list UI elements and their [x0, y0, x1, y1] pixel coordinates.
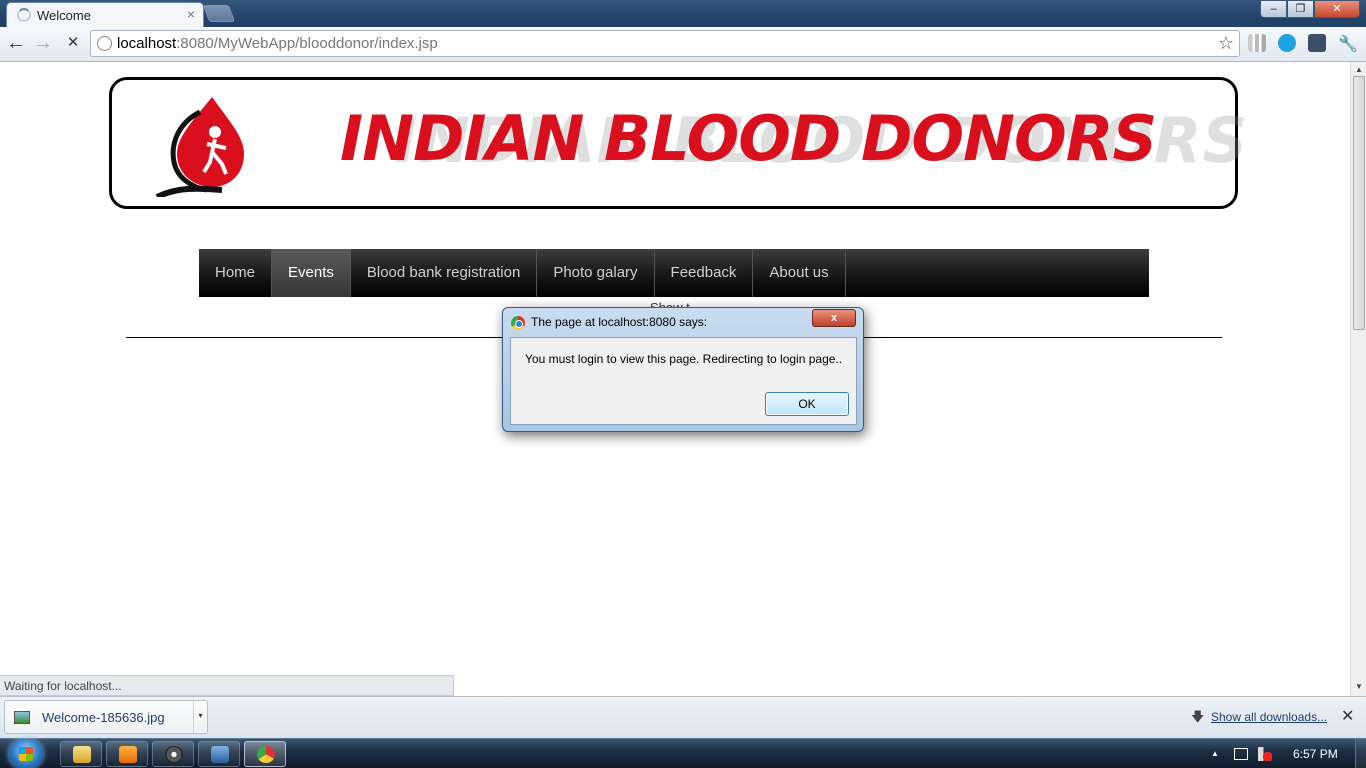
- nav-item-about-us[interactable]: About us: [753, 249, 846, 297]
- tab-close-icon[interactable]: ×: [187, 6, 195, 22]
- image-file-icon: [14, 711, 30, 724]
- stop-button[interactable]: ✕: [61, 32, 85, 56]
- nav-item-home[interactable]: Home: [199, 249, 273, 297]
- gear-icon: [165, 746, 183, 763]
- chrome-icon: [257, 746, 275, 763]
- close-downloads-shelf-button[interactable]: ✕: [1341, 706, 1354, 726]
- browser-toolbar: ← → ✕ localhost:8080/MyWebApp/blooddonor…: [0, 27, 1366, 62]
- ok-button[interactable]: OK: [765, 392, 849, 416]
- folder-icon: [73, 746, 91, 763]
- blood-drop-logo-icon: [155, 97, 244, 197]
- loading-spinner-icon: [17, 8, 31, 22]
- main-navigation: Home Events Blood bank registration Photo g…: [199, 249, 1149, 297]
- taskbar-settings-button[interactable]: [152, 741, 194, 767]
- taskbar-explorer-button[interactable]: [60, 741, 102, 767]
- nav-item-photo-galary[interactable]: Photo galary: [537, 249, 655, 297]
- dialog-title: The page at localhost:8080 says:: [531, 315, 708, 329]
- camera-extension-icon[interactable]: [1308, 34, 1326, 52]
- page-info-icon[interactable]: [97, 36, 112, 51]
- status-bubble: Waiting for localhost...: [0, 675, 454, 696]
- volume-muted-icon[interactable]: [1258, 747, 1272, 761]
- url-text[interactable]: localhost:8080/MyWebApp/blooddonor/index…: [117, 35, 438, 52]
- windows-logo-icon: [19, 747, 33, 761]
- wrench-menu-icon[interactable]: 🔧: [1338, 34, 1358, 53]
- nav-item-blood-bank-registration[interactable]: Blood bank registration: [351, 249, 538, 297]
- nav-item-feedback[interactable]: Feedback: [655, 249, 754, 297]
- scrollbar-thumb[interactable]: [1353, 76, 1365, 330]
- download-menu-dropdown[interactable]: ▾: [193, 701, 207, 733]
- windows-taskbar: ▲ 6:57 PM: [0, 738, 1366, 768]
- new-tab-button[interactable]: [202, 5, 236, 22]
- media-player-icon: [119, 746, 137, 763]
- network-icon[interactable]: [1234, 748, 1248, 760]
- forward-button[interactable]: →: [31, 32, 55, 56]
- start-button[interactable]: [9, 739, 43, 768]
- show-hidden-icons-button[interactable]: ▲: [1211, 749, 1219, 758]
- site-title: INDIAN BLOOD DONORS: [340, 102, 1157, 175]
- tab-strip: Welcome × – ❐ ✕: [0, 0, 1366, 27]
- maximize-button[interactable]: ❐: [1287, 0, 1314, 18]
- back-button[interactable]: ←: [4, 32, 28, 56]
- download-file-name[interactable]: Welcome-185636.jpg: [42, 710, 165, 725]
- monitor-icon: [211, 746, 229, 763]
- tab-title: Welcome: [37, 8, 91, 23]
- show-desktop-button[interactable]: [1355, 739, 1366, 768]
- bookmark-star-icon[interactable]: ☆: [1218, 33, 1234, 54]
- scroll-up-arrow-icon[interactable]: ▲: [1355, 65, 1363, 74]
- downloads-shelf: Welcome-185636.jpg ▾ 🡇 Show all download…: [0, 696, 1366, 738]
- signal-extension-icon[interactable]: [1248, 34, 1266, 52]
- minimize-button[interactable]: –: [1260, 0, 1287, 18]
- show-all-downloads-link[interactable]: Show all downloads...: [1211, 710, 1327, 724]
- download-item[interactable]: Welcome-185636.jpg ▾: [4, 700, 208, 734]
- dialog-body: You must login to view this page. Redire…: [510, 337, 857, 425]
- taskbar-remote-desktop-button[interactable]: [198, 741, 240, 767]
- chrome-logo-icon: [511, 316, 525, 330]
- scroll-down-arrow-icon[interactable]: ▼: [1355, 682, 1363, 691]
- window-close-button[interactable]: ✕: [1314, 0, 1360, 18]
- window-controls: – ❐ ✕: [1260, 0, 1360, 19]
- dialog-close-button[interactable]: x: [812, 309, 856, 327]
- skype-extension-icon[interactable]: [1278, 34, 1296, 52]
- javascript-alert-dialog: The page at localhost:8080 says: x You m…: [502, 307, 864, 432]
- address-bar[interactable]: localhost:8080/MyWebApp/blooddonor/index…: [90, 30, 1240, 57]
- taskbar-media-player-button[interactable]: [106, 741, 148, 767]
- vertical-scrollbar[interactable]: ▲ ▼: [1350, 62, 1366, 696]
- tab-welcome[interactable]: Welcome ×: [6, 2, 204, 27]
- dialog-message: You must login to view this page. Redire…: [525, 352, 843, 366]
- site-header-banner: INDIAN BLOOD DONORS INDIAN BLOOD DONORS: [109, 77, 1247, 209]
- taskbar-chrome-button[interactable]: [244, 741, 286, 767]
- download-arrow-icon: 🡇: [1191, 709, 1205, 724]
- clock[interactable]: 6:57 PM: [1293, 747, 1338, 761]
- nav-item-events[interactable]: Events: [272, 249, 351, 297]
